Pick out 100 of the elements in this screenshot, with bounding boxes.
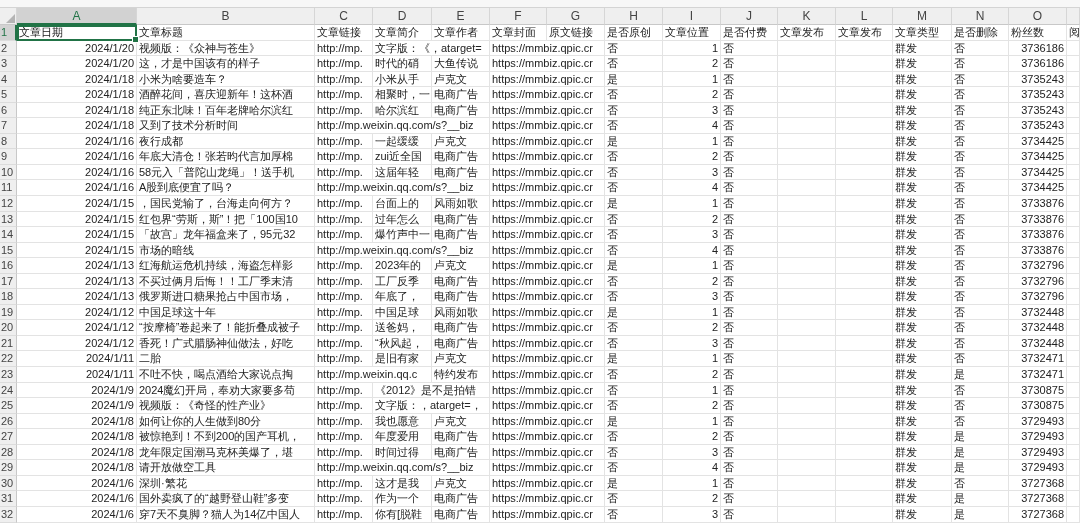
empty-cell [836,71,893,88]
table-cell: 否 [721,273,778,290]
table-cell: 群发 [893,413,952,430]
table-cell: https://mmbiz.qpic.cr [490,429,605,445]
table-cell: 2024/1/20 [17,56,137,72]
column-header[interactable]: I [663,8,721,25]
row-header[interactable]: 3 [0,56,17,72]
empty-cell [1067,444,1080,461]
table-cell: 红海航运危机持续，海盗怎样影 [137,258,315,274]
table-cell: https://mmbiz.qpic.cr [490,382,605,399]
table-cell: https://mmbiz.qpic.cr [490,335,605,352]
row-header[interactable]: 9 [0,149,17,165]
empty-cell [1067,40,1080,57]
table-cell: https://mmbiz.qpic.cr [490,71,605,88]
header-cell: 文章封面 [490,25,547,41]
table-cell: 3735243 [1009,71,1067,88]
table-cell: 否 [952,211,1009,228]
empty-cell [778,351,836,368]
column-header[interactable]: G [547,8,605,25]
table-cell: 2024/1/18 [17,102,137,119]
empty-cell [836,56,893,72]
select-all-icon[interactable] [6,14,15,23]
row-header[interactable]: 16 [0,258,17,274]
header-cell: 是否删除 [952,25,1009,41]
table-cell: 否 [952,227,1009,243]
table-cell: 3732471 [1009,367,1067,383]
column-header[interactable]: D [373,8,432,25]
row-header[interactable]: 31 [0,491,17,507]
table-cell: 工厂反季 [373,273,432,290]
table-cell: http://mp. [315,40,373,57]
row-header[interactable]: 12 [0,196,17,212]
table-cell: 否 [721,460,778,476]
table-cell: 3732796 [1009,273,1067,290]
table-cell: 是 [605,304,663,321]
row-header[interactable]: 7 [0,118,17,134]
empty-cell [1067,133,1080,150]
table-cell: 3 [663,289,721,305]
empty-cell [836,367,893,383]
empty-cell [778,102,836,119]
row-header[interactable]: 29 [0,460,17,476]
column-header[interactable] [1067,8,1080,25]
column-header[interactable]: C [315,8,373,25]
row-header[interactable]: 14 [0,227,17,243]
row-header[interactable]: 18 [0,289,17,305]
table-cell: “秋风起， [373,335,432,352]
table-cell: 红包界“劳斯，斯”！把「100国10 [137,211,315,228]
table-cell: 3734425 [1009,164,1067,181]
header-cell: 文章简介 [373,25,432,41]
row-header[interactable]: 27 [0,429,17,445]
empty-cell [778,304,836,321]
empty-cell [778,118,836,134]
table-cell: 2024/1/8 [17,444,137,461]
table-cell: 3733876 [1009,196,1067,212]
row-header[interactable]: 22 [0,351,17,368]
table-cell: http://mp. [315,429,373,445]
column-header[interactable]: O [1009,8,1067,25]
empty-cell [1067,304,1080,321]
column-header[interactable]: A [17,8,137,25]
empty-cell [836,444,893,461]
column-header[interactable]: N [952,8,1009,25]
table-cell: zui近全国 [373,149,432,165]
table-cell: 1 [663,413,721,430]
header-cell: 文章标题 [137,25,315,41]
row-header[interactable]: 23 [0,367,17,383]
table-cell: 否 [721,491,778,507]
column-header[interactable]: E [432,8,490,25]
table-cell: 3732471 [1009,351,1067,368]
column-header[interactable]: L [836,8,893,25]
table-cell: 2 [663,87,721,103]
table-cell: 3 [663,506,721,523]
column-header[interactable]: F [490,8,547,25]
row-header[interactable]: 20 [0,320,17,336]
table-cell: 群发 [893,429,952,445]
row-header[interactable]: 1 [0,25,17,41]
table-cell: 否 [952,196,1009,212]
table-cell: 否 [605,506,663,523]
table-cell: http://mp.weixin.qq.com/s?__biz [315,180,490,196]
empty-cell [778,475,836,492]
table-cell: 又到了技术分析时间 [137,118,315,134]
column-header[interactable]: B [137,8,315,25]
table-cell: http://mp. [315,164,373,181]
row-header[interactable]: 5 [0,87,17,103]
column-header[interactable]: H [605,8,663,25]
table-cell: 3730875 [1009,398,1067,414]
column-header[interactable]: K [778,8,836,25]
table-cell: http://mp. [315,289,373,305]
table-cell: https://mmbiz.qpic.cr [490,506,605,523]
row-header[interactable]: 11 [0,180,17,196]
row-header[interactable]: 25 [0,398,17,414]
table-cell: 3733876 [1009,242,1067,259]
table-cell: http://mp.weixin.qq.c [315,367,432,383]
column-header[interactable]: J [721,8,778,25]
table-cell: 否 [721,320,778,336]
empty-cell [1067,506,1080,523]
table-cell: 是旧有家 [373,351,432,368]
empty-cell [1067,180,1080,196]
table-cell: 否 [952,180,1009,196]
table-cell: 夜行成都 [137,133,315,150]
header-cell: 文章链接 [315,25,373,41]
column-header[interactable]: M [893,8,952,25]
